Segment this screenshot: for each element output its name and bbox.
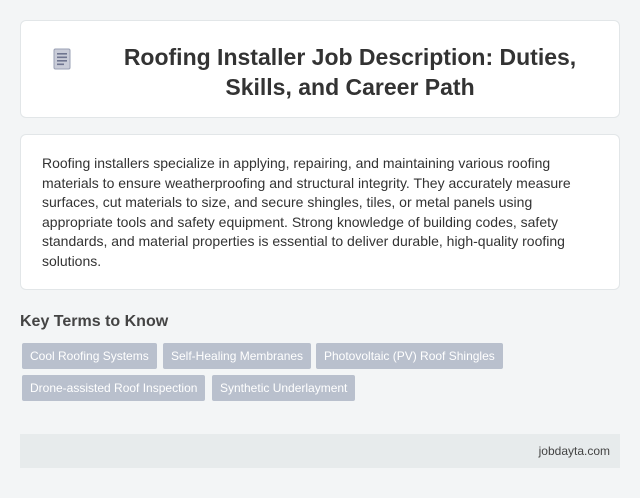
key-term-tag[interactable]: Cool Roofing Systems — [22, 343, 157, 369]
key-terms-title: Key Terms to Know — [20, 313, 169, 330]
document-icon — [53, 48, 71, 70]
key-term-tag[interactable]: Synthetic Underlayment — [212, 375, 356, 401]
key-term-tag[interactable]: Self-Healing Membranes — [163, 343, 312, 369]
key-term-tag[interactable]: Photovoltaic (PV) Roof Shingles — [316, 343, 503, 369]
footer: jobdayta.com — [20, 434, 620, 468]
key-term-tag[interactable]: Drone-assisted Roof Inspection — [22, 375, 206, 401]
job-description: Roofing installers specialize in applyin… — [42, 155, 571, 269]
page-title: Roofing Installer Job Description: Dutie… — [123, 44, 577, 100]
footer-site-link[interactable]: jobdayta.com — [539, 444, 610, 458]
